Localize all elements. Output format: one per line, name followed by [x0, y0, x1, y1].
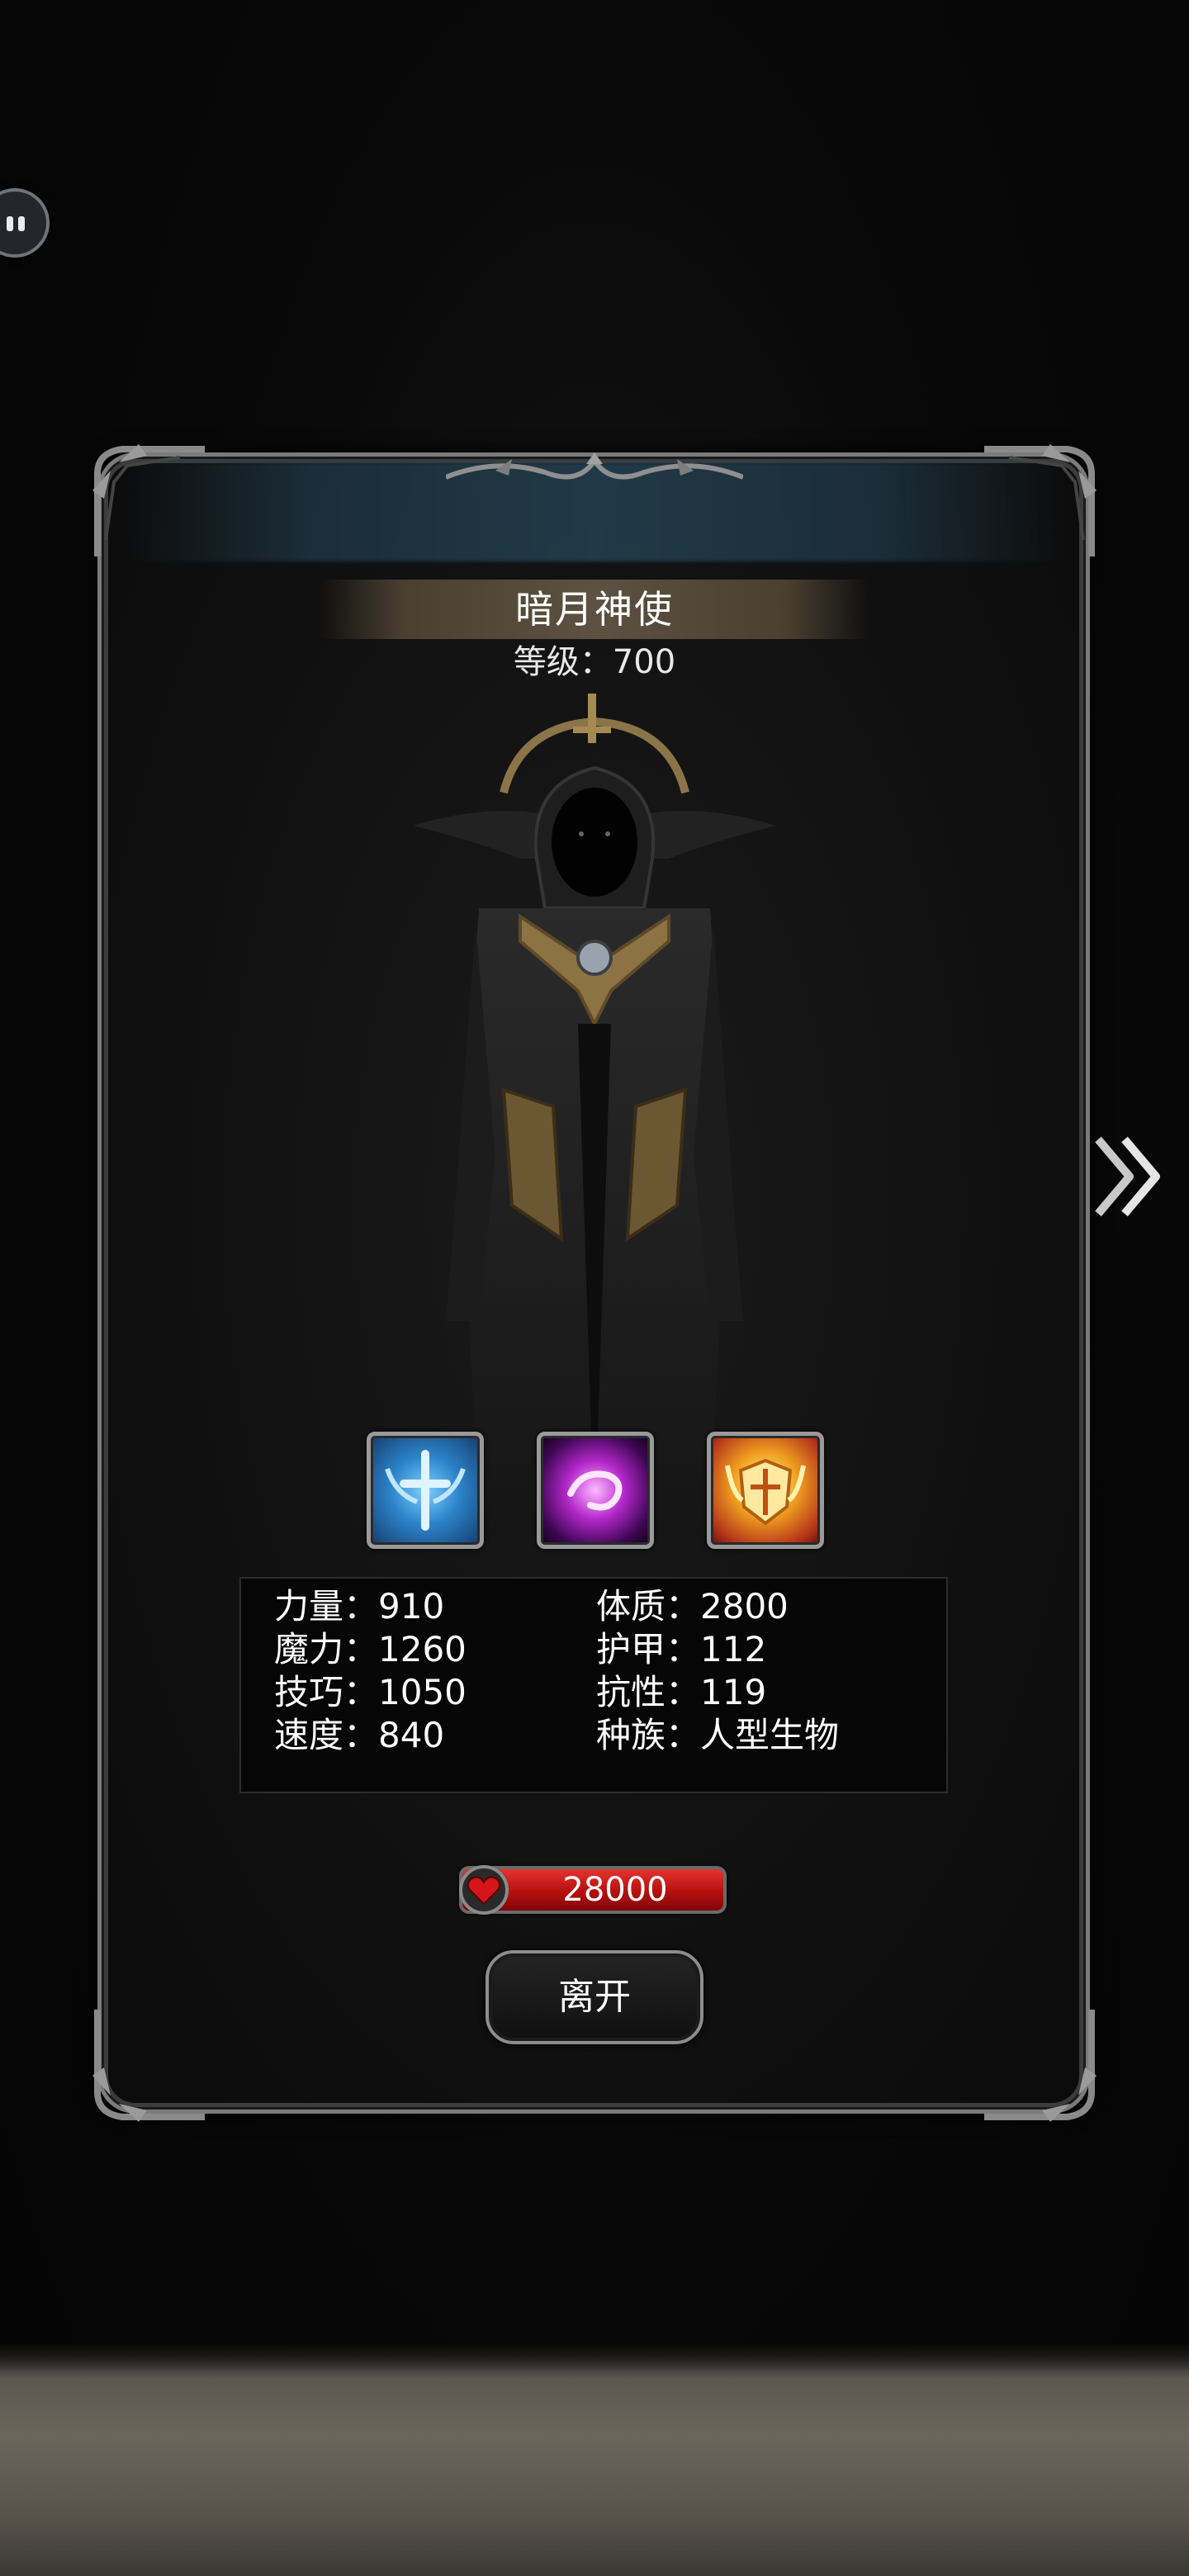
assistant-eye-right	[18, 216, 25, 231]
winged-cross-icon	[385, 1450, 466, 1531]
stat-resistance: 抗性：119	[596, 1672, 767, 1712]
stat-race: 种族：人型生物	[596, 1715, 840, 1755]
purple-orb-skill-icon[interactable]	[537, 1432, 654, 1549]
game-screen: 暗月神使 等级：700 力量：910 体质：2800 魔力：1260 护甲：11…	[0, 0, 1189, 2576]
hooded-dark-envoy-figure	[413, 694, 776, 1536]
stat-speed: 速度：840	[274, 1715, 445, 1755]
corner-ornament-bottom-right	[984, 2010, 1097, 2122]
blue-winged-cross-skill-icon[interactable]	[367, 1432, 484, 1549]
corner-ornament-top-left	[92, 444, 205, 556]
swirl-orb-icon	[567, 1470, 623, 1511]
stat-skill: 技巧：1050	[274, 1672, 467, 1712]
corner-ornament-bottom-left	[92, 2010, 205, 2122]
winged-shield-icon	[725, 1458, 806, 1526]
leave-button-label: 离开	[558, 1976, 631, 2018]
double-chevron-right-icon[interactable]	[1088, 1123, 1168, 1230]
stat-armor: 护甲：112	[596, 1629, 767, 1669]
monster-name: 暗月神使	[515, 587, 674, 632]
golden-winged-shield-skill-icon[interactable]	[707, 1432, 824, 1549]
stone-floor-background	[0, 2345, 1189, 2576]
assistant-eye-left	[7, 216, 13, 231]
leave-button[interactable]: 离开	[486, 1950, 703, 2044]
corner-ornament-top-right	[984, 444, 1097, 556]
top-center-ornament	[446, 452, 743, 480]
stats-panel: 力量：910 体质：2800 魔力：1260 护甲：112 技巧：1050 抗性…	[239, 1577, 948, 1793]
heart-icon	[459, 1865, 509, 1915]
floating-assistant-bubble[interactable]	[0, 188, 50, 258]
stat-strength: 力量：910	[274, 1586, 445, 1627]
monster-level: 等级：700	[513, 643, 676, 681]
stat-constitution: 体质：2800	[596, 1586, 789, 1627]
stat-magic: 魔力：1260	[274, 1629, 467, 1669]
hp-value: 28000	[562, 1871, 668, 1909]
